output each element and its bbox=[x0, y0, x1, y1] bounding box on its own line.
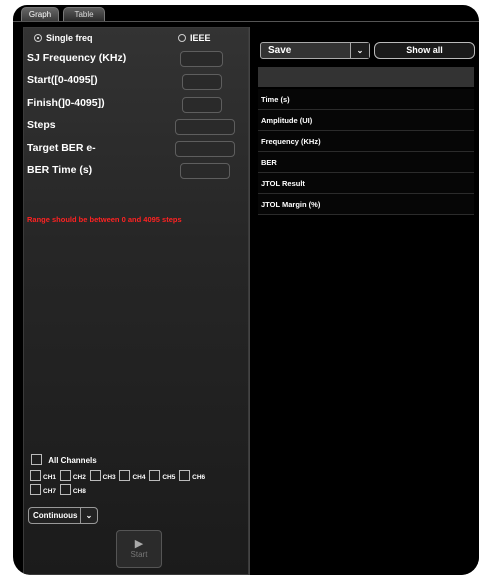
channel-ch7[interactable]: CH7 bbox=[30, 484, 56, 495]
run-mode-value: Continuous bbox=[33, 511, 78, 520]
steps-input[interactable] bbox=[175, 119, 235, 135]
play-icon: ▶ bbox=[134, 538, 144, 550]
channel-ch7-checkbox[interactable] bbox=[30, 484, 41, 495]
ieee-option[interactable]: IEEE bbox=[178, 33, 211, 43]
channel-ch2-checkbox[interactable] bbox=[59, 470, 71, 481]
target-ber-label: Target BER e- bbox=[27, 142, 96, 154]
channel-row-1: CH1 CH2 CH3 CH4 CH5 CH6 bbox=[30, 470, 207, 481]
save-select-value: Save bbox=[268, 45, 292, 56]
result-row-jtol-margin: JTOL Margin (%) bbox=[258, 194, 474, 215]
tab-table[interactable]: Table bbox=[63, 7, 105, 21]
results-header bbox=[258, 67, 474, 87]
start-button-label: Start bbox=[130, 550, 148, 559]
channel-ch6-checkbox[interactable] bbox=[179, 470, 191, 481]
tab-bar: Graph Table bbox=[13, 5, 479, 23]
tab-graph[interactable]: Graph bbox=[21, 7, 59, 21]
finish-label: Finish(]0-4095]) bbox=[27, 97, 105, 109]
result-row-time: Time (s) bbox=[258, 89, 474, 110]
channel-ch2-label: CH2 bbox=[72, 474, 86, 481]
ieee-radio[interactable] bbox=[178, 34, 186, 42]
target-ber-input[interactable] bbox=[175, 141, 235, 157]
channel-ch1-label: CH1 bbox=[43, 474, 57, 481]
channel-ch3[interactable]: CH3 bbox=[89, 470, 116, 481]
all-channels-label: All Channels bbox=[48, 456, 97, 465]
steps-label: Steps bbox=[27, 119, 56, 131]
chevron-down-icon[interactable]: ⌄ bbox=[350, 43, 369, 58]
channel-ch8-label: CH8 bbox=[72, 488, 86, 495]
channel-ch1-checkbox[interactable] bbox=[30, 470, 41, 481]
start-button[interactable]: ▶ Start bbox=[116, 530, 162, 568]
ber-time-label: BER Time (s) bbox=[27, 164, 93, 176]
channel-ch4-label: CH4 bbox=[132, 474, 146, 481]
settings-panel: Single freq IEEE SJ Frequency (KHz) Star… bbox=[23, 27, 249, 575]
single-freq-radio[interactable] bbox=[34, 34, 42, 42]
app-window: Graph Table Single freq IEEE SJ Frequenc… bbox=[13, 5, 479, 575]
channel-ch5-checkbox[interactable] bbox=[149, 470, 161, 481]
save-select[interactable]: Save ⌄ bbox=[260, 42, 370, 59]
single-freq-option[interactable]: Single freq bbox=[34, 33, 93, 43]
start-input[interactable] bbox=[182, 74, 222, 90]
channel-ch5[interactable]: CH5 bbox=[149, 470, 175, 481]
channel-ch4[interactable]: CH4 bbox=[119, 470, 146, 481]
result-row-frequency: Frequency (KHz) bbox=[258, 131, 474, 152]
channel-ch7-label: CH7 bbox=[43, 488, 57, 495]
start-label: Start([0-4095[) bbox=[27, 74, 98, 86]
show-all-button[interactable]: Show all bbox=[374, 42, 475, 59]
chevron-down-icon[interactable]: ⌄ bbox=[80, 508, 97, 523]
channel-ch4-checkbox[interactable] bbox=[119, 470, 131, 481]
channel-ch3-label: CH3 bbox=[102, 474, 116, 481]
run-mode-select[interactable]: Continuous ⌄ bbox=[28, 507, 98, 524]
sj-frequency-label: SJ Frequency (KHz) bbox=[27, 52, 127, 64]
ieee-label: IEEE bbox=[190, 33, 211, 43]
result-row-amplitude: Amplitude (UI) bbox=[258, 110, 474, 131]
all-channels-option[interactable]: All Channels bbox=[31, 454, 97, 465]
finish-input[interactable] bbox=[182, 97, 222, 113]
range-error-message: Range should be between 0 and 4095 steps bbox=[27, 215, 182, 224]
channel-ch3-checkbox[interactable] bbox=[89, 470, 101, 481]
channel-ch8[interactable]: CH8 bbox=[59, 484, 86, 495]
channel-ch1[interactable]: CH1 bbox=[30, 470, 56, 481]
result-row-jtol-result: JTOL Result bbox=[258, 173, 474, 194]
results-panel: Save ⌄ Show all Time (s) Amplitude (UI) … bbox=[249, 27, 479, 575]
channel-row-2: CH7 CH8 bbox=[30, 484, 88, 495]
single-freq-label: Single freq bbox=[46, 33, 93, 43]
channel-ch6-label: CH6 bbox=[192, 474, 206, 481]
ber-time-input[interactable] bbox=[180, 163, 230, 179]
channel-ch6[interactable]: CH6 bbox=[179, 470, 205, 481]
all-channels-checkbox[interactable] bbox=[31, 454, 42, 465]
channel-ch5-label: CH5 bbox=[162, 474, 176, 481]
tab-divider bbox=[13, 21, 479, 22]
channel-ch2[interactable]: CH2 bbox=[59, 470, 86, 481]
result-row-ber: BER bbox=[258, 152, 474, 173]
sj-frequency-input[interactable] bbox=[180, 51, 223, 67]
channel-ch8-checkbox[interactable] bbox=[59, 484, 71, 495]
